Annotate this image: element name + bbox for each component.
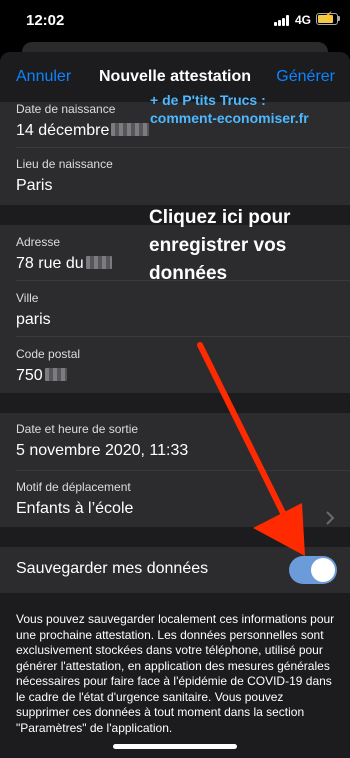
datetime-label: Date et heure de sortie (16, 422, 139, 436)
battery-icon: ⚡ (316, 12, 338, 25)
redacted-blur (111, 123, 150, 136)
save-toggle[interactable] (289, 556, 337, 584)
street-value: 78 rue du (16, 255, 84, 272)
datetime-field[interactable]: 5 novembre 2020, 11:33 (16, 442, 188, 460)
generate-button[interactable]: Générer (276, 68, 335, 86)
birth-date-label: Date de naissance (16, 102, 116, 116)
divider (16, 470, 350, 471)
brand-line-2: comment-economiser.fr (150, 110, 309, 126)
battery-tip (338, 16, 340, 21)
street-label: Adresse (16, 235, 61, 249)
city-label: Ville (16, 291, 39, 305)
street-field[interactable]: 78 rue du (16, 255, 112, 273)
divider (16, 147, 350, 148)
brand-watermark: + de P'tits Trucs : comment-economiser.f… (150, 91, 309, 127)
birth-date-field[interactable]: 14 décembre (16, 122, 150, 140)
callout-line-3: données (149, 263, 228, 284)
redacted-blur (44, 368, 67, 381)
status-time: 12:02 (26, 12, 65, 29)
redacted-blur (85, 256, 112, 269)
network-type: 4G (295, 13, 312, 27)
birth-date-value: 14 décembre (16, 122, 110, 139)
brand-line-1: + de P'tits Trucs : (150, 92, 266, 108)
callout-line-2: enregistrer vos (149, 235, 287, 256)
reason-field[interactable]: Enfants à l’école (16, 500, 133, 518)
status-bar: 12:02 4G ⚡ (0, 0, 350, 44)
attestation-sheet: Annuler Nouvelle attestation Générer Dat… (0, 52, 350, 758)
save-label: Sauvegarder mes données (16, 560, 209, 577)
city-field[interactable]: paris (16, 311, 51, 329)
postal-code-label: Code postal (16, 347, 81, 361)
home-indicator (113, 744, 237, 749)
divider (16, 336, 350, 337)
postal-code-value: 750 (16, 367, 43, 384)
chevron-right-icon[interactable] (324, 510, 336, 526)
callout-text: Cliquez ici pour enregistrer vos données (149, 204, 290, 288)
toggle-knob (311, 558, 335, 582)
trip-group: Date et heure de sortie 5 novembre 2020,… (0, 413, 350, 527)
callout-line-1: Cliquez ici pour (149, 207, 291, 228)
signal-icon (274, 15, 290, 26)
birth-place-field[interactable]: Paris (16, 177, 52, 195)
privacy-footnote: Vous pouvez sauvegarder localement ces i… (16, 612, 335, 735)
save-row[interactable]: Sauvegarder mes données (0, 547, 350, 593)
reason-label: Motif de déplacement (16, 480, 131, 494)
postal-code-field[interactable]: 750 (16, 367, 67, 385)
birth-place-label: Lieu de naissance (16, 157, 113, 171)
